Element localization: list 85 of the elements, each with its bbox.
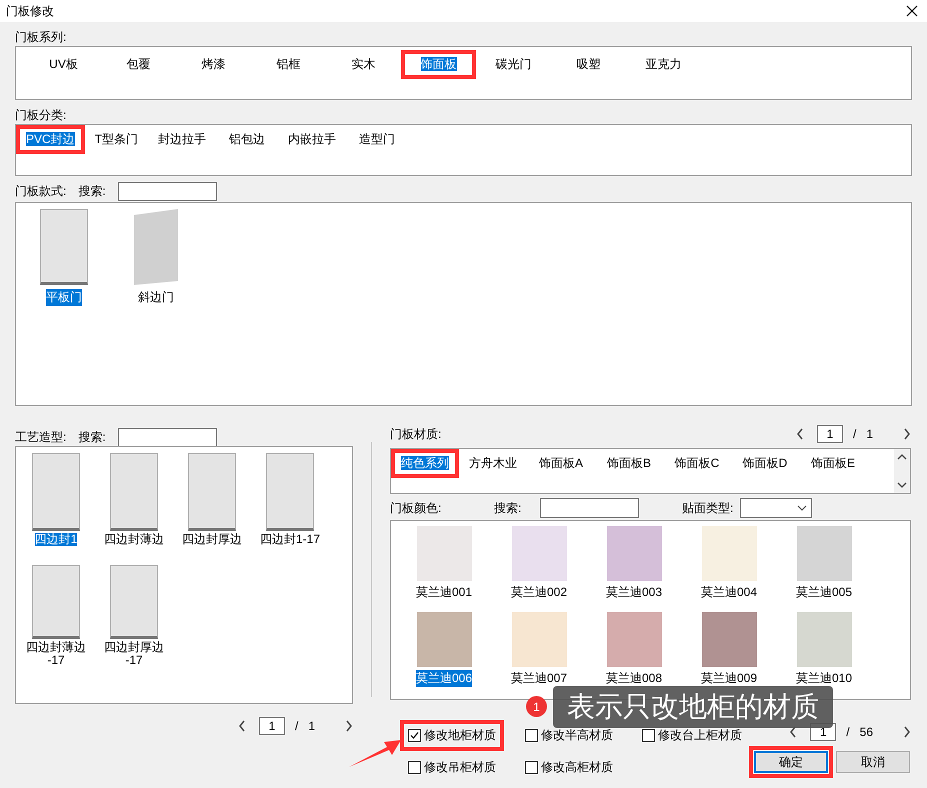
caret-icon [797,505,807,511]
page-total: 1 [308,719,315,733]
door-icon [266,453,314,531]
craft-item[interactable]: 四边封厚边 [175,447,249,559]
scroll-up-icon[interactable] [897,453,907,461]
step-badge: 1 [526,696,547,717]
category-item[interactable]: 铝包边 [216,125,278,154]
color-item[interactable]: 莫兰迪006 [403,607,485,693]
material-tab[interactable]: 饰面板D [731,449,799,478]
option-checkbox[interactable]: 修改吊柜材质 [404,756,500,779]
dialog-button[interactable]: 取消 [836,751,910,773]
section-label: 门板款式: [15,182,66,200]
color-item[interactable]: 莫兰迪003 [593,521,675,607]
door-style-item[interactable]: 斜边门 [120,203,192,314]
field-label: 贴面类型: [682,500,734,516]
section-label: 工艺造型: [15,428,66,446]
search-field[interactable] [540,498,639,518]
check-icon [409,730,420,741]
color-item[interactable]: 莫兰迪002 [498,521,580,607]
category-item[interactable]: 内嵌拉手 [278,125,346,154]
door-style-item[interactable]: 平板门 [28,203,100,314]
series-item[interactable]: 亚克力 [626,50,701,79]
window-title: 门板修改 [6,2,54,20]
search-label: 搜索: [494,500,522,516]
option-checkbox[interactable]: 修改高柜材质 [521,756,617,779]
series-item[interactable]: 吸塑 [551,50,626,79]
tooltip: 表示只改地柜的材质 [553,686,833,728]
page-total: 1 [866,427,873,441]
prev-page-icon[interactable] [796,428,804,440]
category-item[interactable]: 封边拉手 [148,125,216,154]
section-label: 门板分类: [15,106,66,124]
craft-item[interactable]: 四边封薄边 [97,447,171,559]
next-page-icon[interactable] [903,726,911,738]
series-item[interactable]: 烤漆 [176,50,251,79]
series-item[interactable]: UV板 [26,50,101,79]
close-icon[interactable] [905,4,919,18]
page-separator: / [846,725,850,739]
series-item[interactable]: 铝框 [251,50,326,79]
material-tab[interactable]: 纯色系列 [391,449,459,478]
material-tab[interactable]: 方舟木业 [459,449,527,478]
search-label: 搜索: [78,182,106,200]
page-total: 56 [860,725,873,739]
scroll-down-icon[interactable] [897,481,907,489]
series-item[interactable]: 碳光门 [476,50,551,79]
craft-item[interactable]: 四边封厚边 -17 [97,559,171,671]
door-icon [110,453,158,531]
craft-item[interactable]: 四边封薄边 -17 [19,559,93,671]
prev-page-icon[interactable] [238,720,246,732]
material-tab[interactable]: 饰面板B [595,449,663,478]
option-checkbox[interactable]: 修改地柜材质 [404,724,500,747]
material-tab[interactable]: 饰面板A [527,449,595,478]
next-page-icon[interactable] [903,428,911,440]
section-label: 门板系列: [15,28,66,46]
category-item[interactable]: T型条门 [84,125,148,154]
dialog-button[interactable]: 确定 [754,751,828,773]
door-icon [32,453,80,531]
section-label: 门板材质: [390,426,442,442]
next-page-icon[interactable] [345,720,353,732]
category-item[interactable]: 造型门 [346,125,408,154]
prev-page-icon[interactable] [789,726,798,738]
series-item[interactable]: 实木 [326,50,401,79]
category-item[interactable]: PVC封边 [16,125,85,154]
color-item[interactable]: 莫兰迪004 [688,521,770,607]
series-item[interactable]: 饰面板 [401,50,476,79]
door-icon [188,453,236,531]
type-dropdown[interactable] [740,498,812,518]
door-icon [32,565,80,639]
door-icon [132,209,180,285]
page-field[interactable]: 1 [258,717,285,735]
page-field[interactable]: 1 [816,425,843,443]
color-item[interactable]: 莫兰迪005 [783,521,865,607]
series-item[interactable]: 包覆 [101,50,176,79]
craft-item[interactable]: 四边封1-17 [253,447,327,559]
door-icon [40,209,88,285]
page-separator: / [294,719,298,733]
search-field[interactable] [118,428,217,446]
search-label: 搜索: [78,428,106,446]
material-tab[interactable]: 饰面板C [663,449,731,478]
craft-item[interactable]: 四边封1 [19,447,93,559]
door-icon [110,565,158,639]
section-label: 门板颜色: [390,500,442,516]
page-separator: / [852,427,856,441]
color-item[interactable]: 莫兰迪001 [403,521,485,607]
search-field[interactable] [118,182,217,200]
material-tab[interactable]: 饰面板E [799,449,867,478]
